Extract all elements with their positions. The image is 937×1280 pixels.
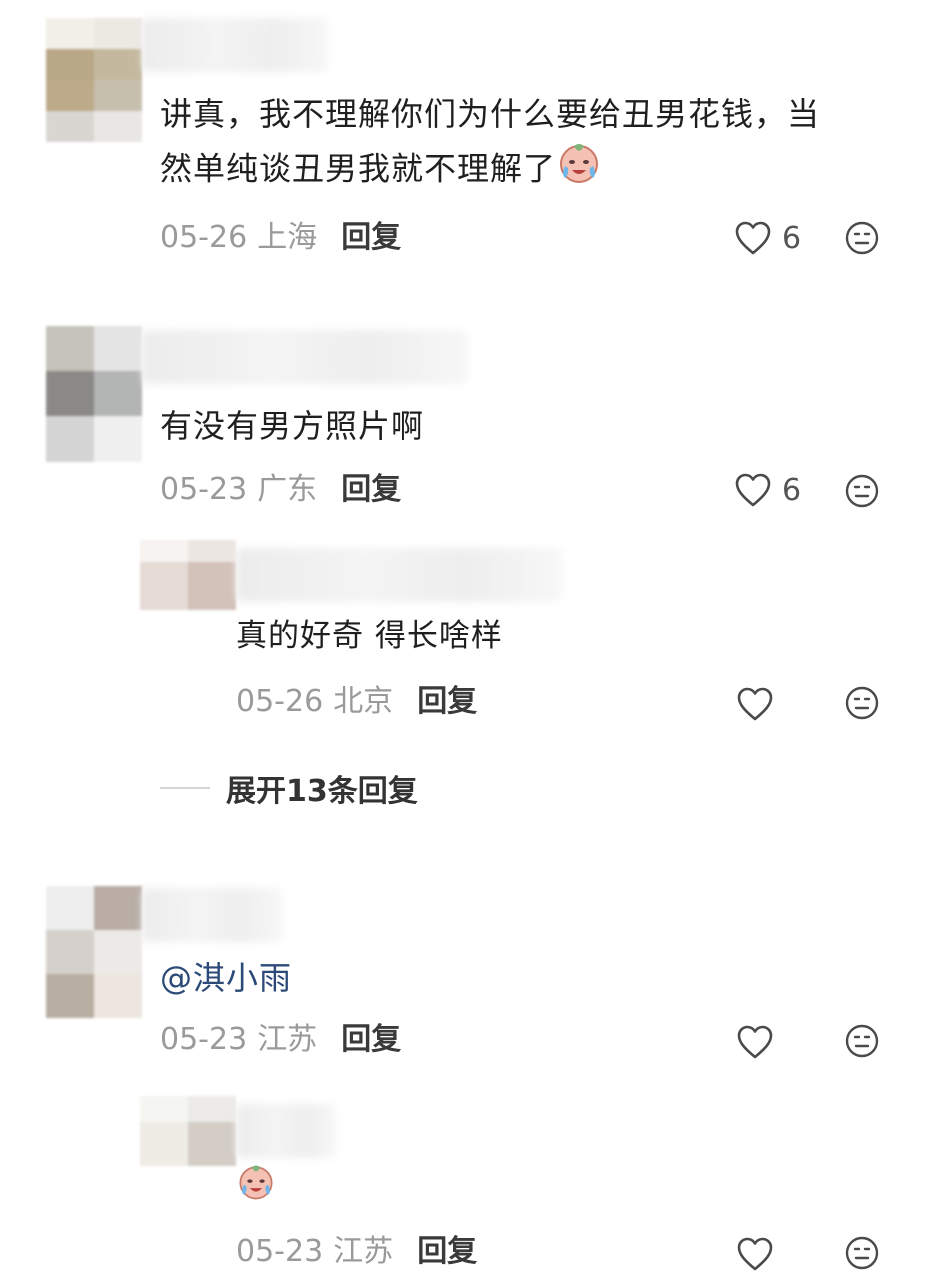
- like-count: 6: [782, 472, 802, 508]
- reply-text: [236, 1162, 276, 1206]
- dislike-button[interactable]: [845, 474, 879, 512]
- comment-meta: 05-26 上海 回复: [160, 218, 401, 258]
- like-button[interactable]: [736, 1234, 774, 1274]
- comment-text: 讲真，我不理解你们为什么要给丑男花钱，当 然单纯谈丑男我就不理解了: [160, 88, 900, 201]
- reply-meta: 05-23 江苏 回复: [236, 1232, 477, 1272]
- comment-date: 05-23: [160, 1022, 248, 1057]
- comment-text: 有没有男方照片啊: [160, 407, 425, 445]
- heart-icon: [735, 221, 771, 255]
- reply-location: 北京: [333, 684, 394, 719]
- comment-date: 05-26: [160, 220, 248, 255]
- heart-icon: [737, 687, 773, 721]
- reply-location: 江苏: [333, 1234, 394, 1269]
- avatar[interactable]: [46, 326, 142, 462]
- comment-meta: 05-23 广东 回复: [160, 470, 401, 510]
- expand-replies-label: 展开13条回复: [226, 774, 418, 809]
- reply-button[interactable]: 回复: [341, 472, 401, 507]
- avatar[interactable]: [46, 18, 142, 142]
- username[interactable]: [236, 548, 562, 602]
- meh-face-icon: [845, 1236, 879, 1270]
- comment-location: 广东: [257, 472, 318, 507]
- meh-face-icon: [845, 1024, 879, 1058]
- comment-location: 江苏: [257, 1022, 318, 1057]
- username[interactable]: [142, 888, 282, 942]
- heart-icon: [737, 1237, 773, 1271]
- crying-face-icon: [556, 140, 602, 201]
- like-count: 6: [782, 220, 802, 256]
- crying-face-icon: [236, 1162, 276, 1206]
- reply-button[interactable]: 回复: [417, 684, 477, 719]
- like-button[interactable]: 6: [734, 470, 801, 510]
- meh-face-icon: [845, 686, 879, 720]
- dislike-button[interactable]: [845, 1024, 879, 1062]
- dislike-button[interactable]: [845, 686, 879, 724]
- meh-face-icon: [845, 474, 879, 508]
- meh-face-icon: [845, 221, 879, 255]
- reply-button[interactable]: 回复: [341, 220, 401, 255]
- username[interactable]: [142, 18, 328, 72]
- reply-date: 05-26: [236, 684, 324, 719]
- comment-meta: 05-23 江苏 回复: [160, 1020, 401, 1060]
- reply-button[interactable]: 回复: [341, 1022, 401, 1057]
- mention-link[interactable]: @淇小雨: [160, 959, 292, 997]
- comment-location: 上海: [257, 220, 318, 255]
- avatar[interactable]: [140, 1096, 236, 1166]
- username[interactable]: [236, 1104, 336, 1158]
- username[interactable]: [142, 330, 468, 384]
- like-button[interactable]: [736, 1022, 774, 1062]
- like-button[interactable]: 6: [734, 218, 801, 258]
- heart-icon: [735, 473, 771, 507]
- comment-text: @淇小雨: [160, 952, 292, 1004]
- heart-icon: [737, 1025, 773, 1059]
- reply-meta: 05-26 北京 回复: [236, 682, 477, 722]
- reply-text: 真的好奇 得长啥样: [236, 618, 503, 654]
- expand-replies-button[interactable]: 展开13条回复: [160, 768, 418, 809]
- dislike-button[interactable]: [845, 221, 879, 259]
- avatar[interactable]: [46, 886, 142, 1018]
- comment-date: 05-23: [160, 472, 248, 507]
- like-button[interactable]: [736, 684, 774, 724]
- reply-date: 05-23: [236, 1234, 324, 1269]
- divider: [160, 787, 210, 789]
- reply-button[interactable]: 回复: [417, 1234, 477, 1269]
- avatar[interactable]: [140, 540, 236, 610]
- dislike-button[interactable]: [845, 1236, 879, 1274]
